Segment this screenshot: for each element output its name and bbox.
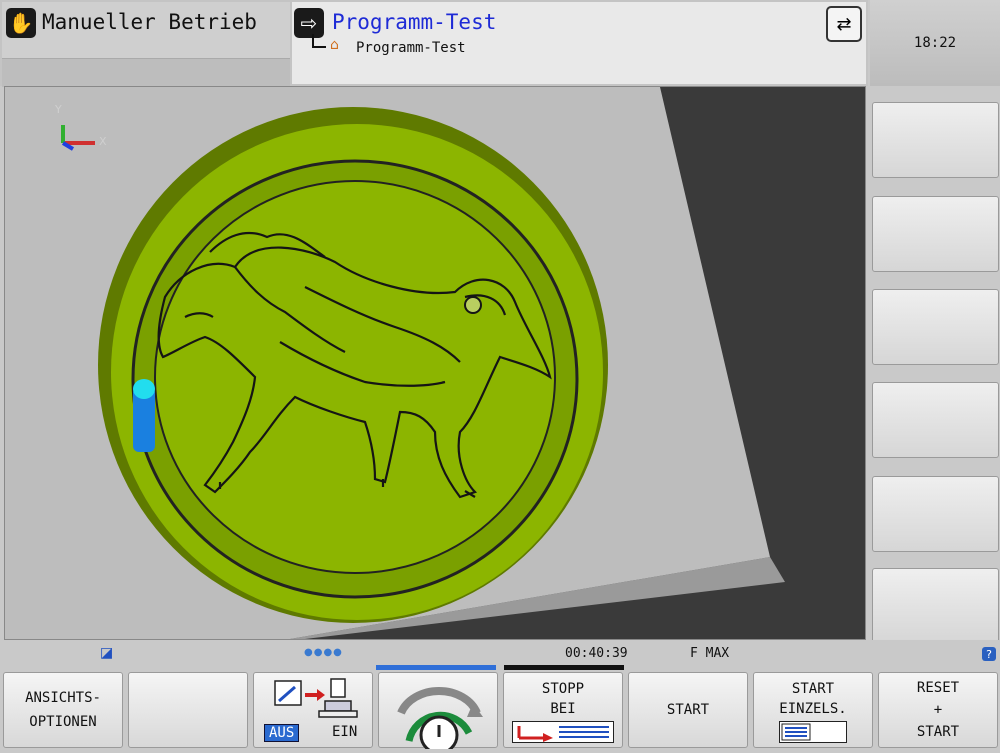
side-softkey-2[interactable] (872, 196, 999, 272)
progress-bar-black (504, 665, 624, 670)
start-single-block-button[interactable]: START EINZELS. (753, 672, 873, 748)
reset-label-3: START (916, 724, 960, 740)
swap-screen-button[interactable]: ⇄ (826, 6, 862, 42)
feed-rate: F MAX (690, 646, 730, 661)
reset-start-button[interactable]: RESET + START (878, 672, 998, 748)
empty-softkey[interactable] (128, 672, 248, 748)
side-softkey-6[interactable] (872, 568, 999, 644)
override-dial-button[interactable] (378, 672, 498, 749)
reset-label-1: RESET (916, 680, 960, 696)
progress-bar-blue (376, 665, 496, 670)
view-options-button[interactable]: ANSICHTS- OPTIONEN (3, 672, 123, 748)
run-time: 00:40:39 (565, 646, 628, 661)
toggle-on-label: EIN (332, 724, 358, 740)
single-block-icon (779, 721, 847, 743)
tool-check-toggle-button[interactable]: AUS EIN (253, 672, 373, 748)
view-options-label-1: ANSICHTS- (25, 690, 101, 706)
stop-at-button[interactable]: STOPP BEI (503, 672, 623, 748)
horse-eye (464, 296, 482, 314)
side-softkey-5[interactable] (872, 476, 999, 552)
tool-tip (133, 379, 155, 399)
machine-mode-subpanel (2, 58, 290, 87)
clock: 18:22 (870, 0, 1000, 86)
stop-at-label-1: STOPP (541, 681, 585, 697)
axis-x-label: X (99, 135, 107, 148)
swap-arrows-icon: ⇄ (836, 13, 852, 35)
view-options-label-2: OPTIONEN (29, 714, 97, 730)
tree-connector (312, 34, 326, 48)
home-icon: ⌂ (330, 37, 339, 53)
simulation-svg: X Y (5, 87, 785, 639)
start-button[interactable]: START (628, 672, 748, 748)
dial-icon (397, 686, 483, 749)
side-softkey-1[interactable] (872, 102, 999, 178)
hand-icon: ✋ (6, 8, 36, 38)
machine-mode-title: Manueller Betrieb (42, 10, 257, 34)
start-single-label-2: EINZELS. (779, 701, 847, 717)
stop-at-icon (512, 721, 614, 743)
tool-change-icon (274, 678, 358, 718)
program-mode-title: Programm-Test (332, 10, 497, 34)
reset-label-2: + (933, 702, 943, 718)
axis-y-label: Y (54, 103, 62, 116)
coin-inner (154, 180, 556, 574)
softkey-level-indicator: ●●●● (304, 647, 343, 658)
start-single-label-1: START (791, 681, 835, 697)
start-label: START (666, 702, 710, 718)
status-bar (0, 640, 1000, 670)
simulation-graphic[interactable]: X Y (4, 86, 866, 640)
program-path: Programm-Test (356, 40, 466, 56)
side-softkey-4[interactable] (872, 382, 999, 458)
stop-at-label-2: BEI (550, 701, 576, 717)
help-icon[interactable]: ? (982, 647, 996, 661)
simulation-icon: ◪ (100, 645, 114, 661)
toggle-off-label: AUS (264, 724, 300, 742)
side-softkey-3[interactable] (872, 289, 999, 365)
